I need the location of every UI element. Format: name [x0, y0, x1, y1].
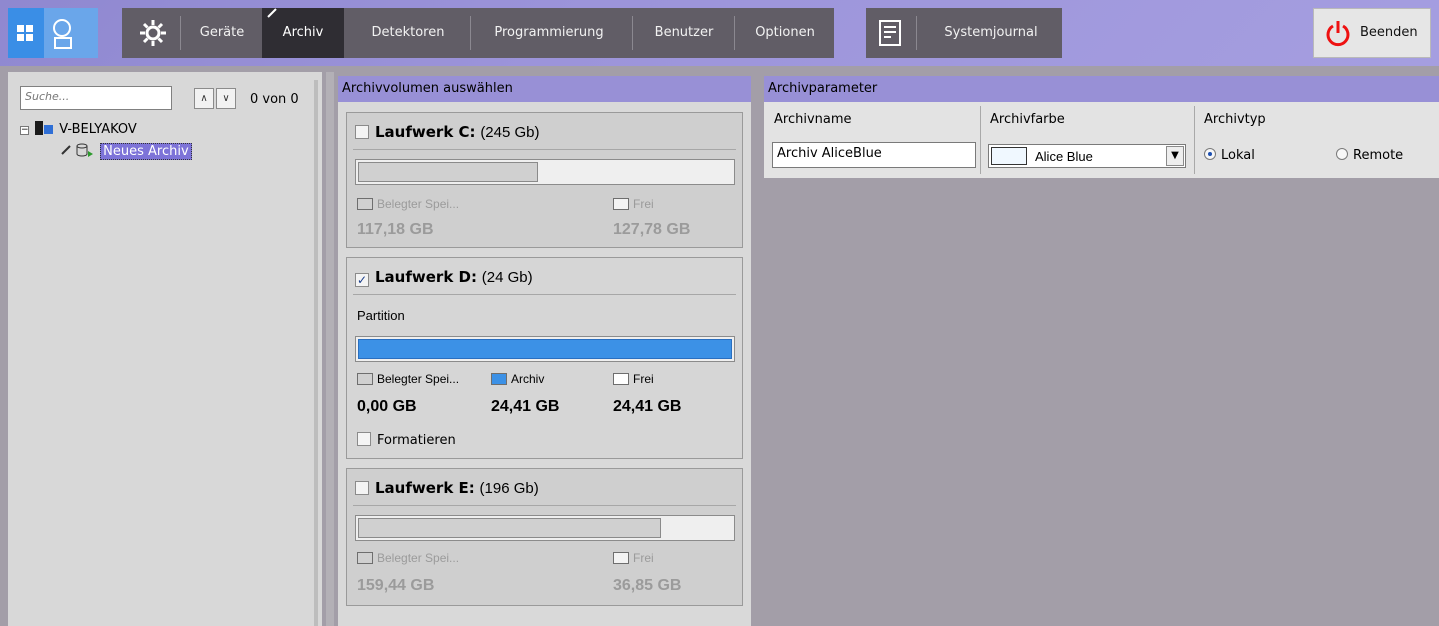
volume-panel-header: Archivvolumen auswählen — [338, 76, 751, 102]
archive-name: Neues Archiv — [100, 143, 192, 160]
drive-d-used: 0,00 GB — [357, 398, 417, 415]
column-separator — [1194, 106, 1195, 174]
toolbar-separator — [632, 16, 633, 50]
search-icon — [53, 19, 72, 49]
panel-splitter[interactable] — [326, 72, 334, 626]
legend-archive: Archiv — [491, 372, 544, 386]
tab-benutzer[interactable]: Benutzer — [638, 8, 730, 58]
radio-lokal-dot[interactable] — [1204, 148, 1216, 160]
partition-label: Partition — [357, 308, 405, 323]
archive-name-input[interactable]: Archiv AliceBlue — [772, 142, 976, 168]
search-prev-button[interactable]: ∧ — [194, 88, 214, 109]
color-swatch — [991, 147, 1027, 165]
tree-node-server[interactable]: − V-BELYAKOV — [20, 120, 137, 137]
chevron-down-icon[interactable]: ▼ — [1166, 146, 1184, 166]
drive-d-title[interactable]: ✓ Laufwerk D: (24 Gb) — [355, 268, 533, 287]
quit-label: Beenden — [1360, 25, 1418, 40]
drive-d: ✓ Laufwerk D: (24 Gb) Partition Belegter … — [346, 257, 743, 459]
drive-d-archive: 24,41 GB — [491, 398, 560, 415]
drive-c-usage-bar — [355, 159, 735, 185]
drive-d-checkbox[interactable]: ✓ — [355, 273, 369, 287]
archive-type-label: Archivtyp — [1204, 112, 1266, 127]
tree-container: Suche... ∧ ∨ 0 von 0 − V-BELYAKOV Neues … — [20, 80, 318, 626]
search-counter: 0 von 0 — [250, 92, 299, 107]
radio-remote-dot[interactable] — [1336, 148, 1348, 160]
drive-c-usage-fill — [358, 162, 538, 182]
legend-used: Belegter Spei... — [357, 551, 459, 565]
archive-params-panel: Archivparameter Archivname Archivfarbe A… — [764, 76, 1439, 178]
column-separator — [980, 106, 981, 174]
legend-free: Frei — [613, 551, 654, 565]
archive-name-label: Archivname — [774, 112, 852, 127]
search-input[interactable]: Suche... — [20, 86, 172, 110]
tab-systemjournal[interactable]: Systemjournal — [926, 8, 1056, 58]
drive-d-free: 24,41 GB — [613, 398, 682, 415]
archive-color-label: Archivfarbe — [990, 112, 1065, 127]
drive-e-used: 159,44 GB — [357, 577, 435, 594]
server-name: V-BELYAKOV — [59, 122, 137, 137]
radio-remote[interactable]: Remote — [1336, 148, 1403, 163]
tab-programmierung[interactable]: Programmierung — [476, 8, 622, 58]
radio-lokal[interactable]: Lokal — [1204, 148, 1255, 163]
search-mode-button[interactable] — [44, 8, 98, 58]
drive-c-used: 117,18 GB — [357, 221, 434, 238]
search-next-button[interactable]: ∨ — [216, 88, 236, 109]
toolbar-separator — [734, 16, 735, 50]
drive-c-size: (245 Gb) — [480, 124, 540, 141]
format-label: Formatieren — [377, 433, 456, 448]
drive-e-usage-bar — [355, 515, 735, 541]
toolbar-separator — [916, 16, 917, 50]
divider — [353, 505, 736, 506]
gear-icon[interactable] — [128, 8, 178, 58]
drive-e-name: Laufwerk E: — [375, 479, 475, 497]
drive-c-checkbox[interactable] — [355, 125, 369, 139]
divider — [353, 149, 736, 150]
archive-color-value: Alice Blue — [1035, 149, 1093, 164]
radio-remote-label: Remote — [1353, 148, 1404, 163]
drive-e-size: (196 Gb) — [479, 480, 539, 497]
server-icon — [35, 121, 54, 135]
drive-d-partition-bar[interactable] — [355, 336, 735, 362]
drive-c-free: 127,78 GB — [613, 221, 691, 238]
tree-panel: Suche... ∧ ∨ 0 von 0 − V-BELYAKOV Neues … — [8, 72, 322, 626]
pencil-icon — [265, 6, 279, 20]
toolbar-separator — [180, 16, 181, 50]
archive-icon — [61, 143, 93, 157]
drive-d-archive-fill — [358, 339, 732, 359]
collapse-icon[interactable]: − — [20, 126, 29, 135]
divider — [353, 294, 736, 295]
drive-e-title[interactable]: Laufwerk E: (196 Gb) — [355, 479, 539, 497]
drive-e-checkbox[interactable] — [355, 481, 369, 495]
drive-c-name: Laufwerk C: — [375, 123, 476, 141]
archive-color-select[interactable]: Alice Blue ▼ — [988, 144, 1186, 168]
params-panel-header: Archivparameter — [764, 76, 1439, 102]
legend-used: Belegter Spei... — [357, 372, 459, 386]
power-icon — [1326, 21, 1350, 47]
tab-optionen[interactable]: Optionen — [740, 8, 830, 58]
drive-c-title[interactable]: Laufwerk C: (245 Gb) — [355, 123, 540, 141]
tab-geraete[interactable]: Geräte — [184, 8, 260, 58]
legend-free: Frei — [613, 197, 654, 211]
drive-e-free: 36,85 GB — [613, 577, 682, 594]
drive-c: Laufwerk C: (245 Gb) Belegter Spei... Fr… — [346, 112, 743, 248]
drive-d-size: (24 Gb) — [481, 269, 533, 286]
volume-panel: Archivvolumen auswählen Laufwerk C: (245… — [338, 76, 751, 626]
toolbar-separator — [470, 16, 471, 50]
main-toolbar: Geräte Archiv Detektoren Programmierung … — [0, 0, 1439, 66]
format-checkbox[interactable] — [357, 432, 371, 446]
tab-detektoren[interactable]: Detektoren — [356, 8, 460, 58]
legend-used: Belegter Spei... — [357, 197, 459, 211]
quit-button[interactable]: Beenden — [1313, 8, 1431, 58]
tree-node-archive[interactable]: Neues Archiv — [58, 142, 192, 160]
radio-lokal-label: Lokal — [1221, 148, 1255, 163]
legend-free: Frei — [613, 372, 654, 386]
drive-e-usage-fill — [358, 518, 661, 538]
journal-icon[interactable] — [870, 8, 910, 58]
drive-d-name: Laufwerk D: — [375, 268, 477, 286]
format-option[interactable]: Formatieren — [357, 432, 456, 448]
drive-e: Laufwerk E: (196 Gb) Belegter Spei... Fr… — [346, 468, 743, 606]
grid-icon — [17, 25, 33, 41]
